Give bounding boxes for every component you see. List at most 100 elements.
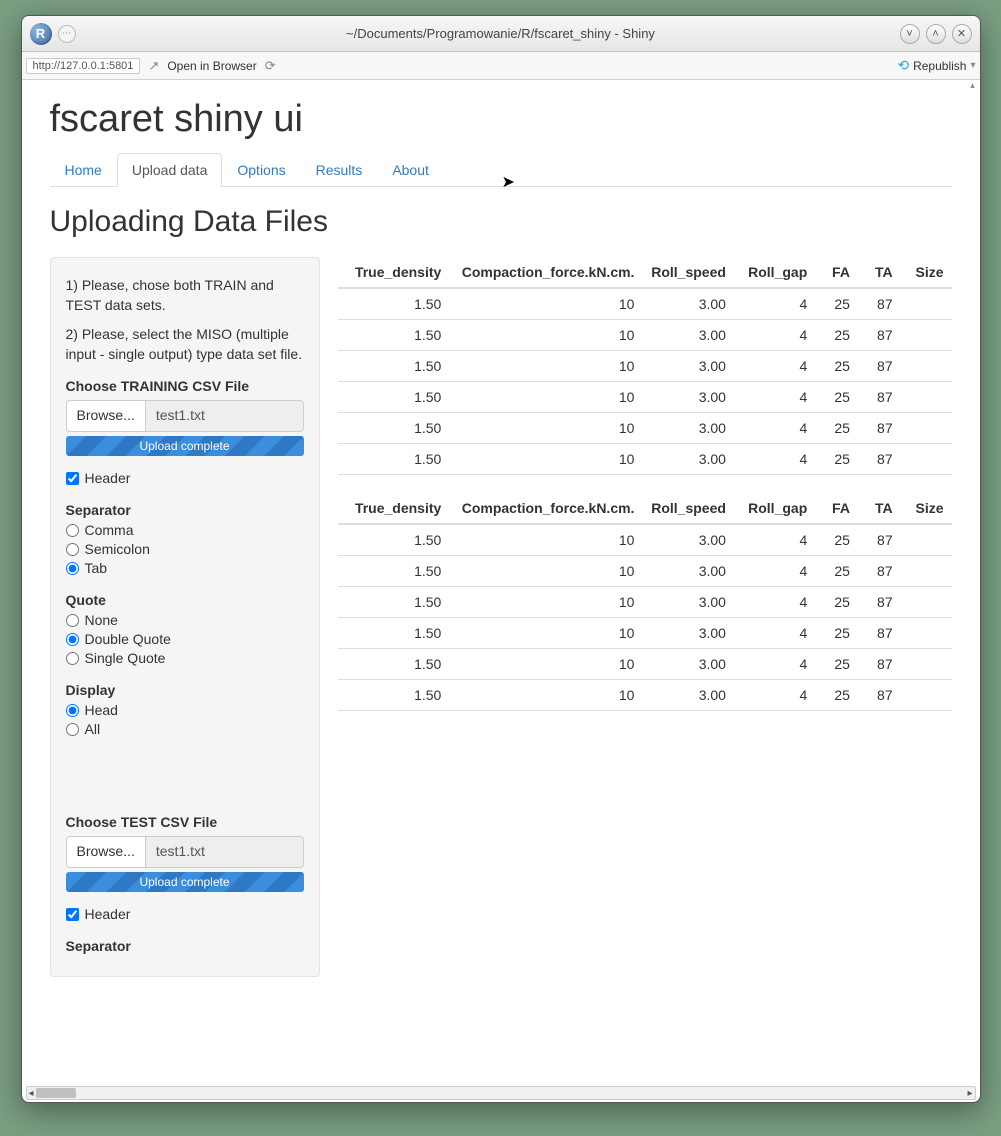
minimize-button[interactable]: ˅ [900,24,920,44]
train-data-table: True_densityCompaction_force.kN.cm.Roll_… [338,257,952,475]
train-file-input[interactable]: Browse... test1.txt [66,400,304,432]
train-browse-button[interactable]: Browse... [67,401,146,431]
table-cell: 1.50 [338,351,450,382]
table-cell [901,320,952,351]
train-file-label: Choose TRAINING CSV File [66,378,304,394]
maximize-button[interactable]: ˄ [926,24,946,44]
table-row: 1.50103.0042587 [338,444,952,475]
table-row: 1.50103.0042587 [338,351,952,382]
url-field[interactable]: http://127.0.0.1:5801 [26,58,141,74]
table-cell: 3.00 [642,444,733,475]
table-cell [901,556,952,587]
table-cell [901,524,952,556]
quote-option-label: Double Quote [85,631,171,647]
tab-options[interactable]: Options [222,153,300,187]
table-cell [901,649,952,680]
column-header: Roll_gap [734,257,815,288]
column-header: TA [858,493,901,524]
table-cell: 4 [734,524,815,556]
nav-tabs: HomeUpload dataOptionsResultsAbout [50,153,952,187]
test-header-label: Header [85,906,131,922]
main-panel: True_densityCompaction_force.kN.cm.Roll_… [338,257,952,729]
table-cell: 3.00 [642,524,733,556]
table-cell: 1.50 [338,320,450,351]
display-radio-head[interactable] [66,704,79,717]
table-cell: 87 [858,382,901,413]
table-cell: 3.00 [642,320,733,351]
separator-radio-comma[interactable] [66,524,79,537]
table-cell: 10 [449,351,642,382]
table-cell: 10 [449,618,642,649]
table-cell: 4 [734,288,815,320]
quote-radio-single-quote[interactable] [66,652,79,665]
table-cell: 25 [815,680,858,711]
table-cell: 87 [858,587,901,618]
separator-option-label: Semicolon [85,541,150,557]
table-cell [901,680,952,711]
table-cell: 25 [815,649,858,680]
horizontal-scrollbar[interactable]: ◂ ▸ [26,1086,976,1100]
test-browse-button[interactable]: Browse... [67,837,146,867]
display-option-label: Head [85,702,118,718]
column-header: FA [815,493,858,524]
table-cell: 1.50 [338,556,450,587]
quote-radio-double-quote[interactable] [66,633,79,646]
tab-results[interactable]: Results [301,153,378,187]
table-cell: 10 [449,320,642,351]
table-cell [901,587,952,618]
quote-radio-none[interactable] [66,614,79,627]
popout-icon[interactable]: ↗ [148,58,159,74]
table-cell [901,382,952,413]
table-cell [901,444,952,475]
table-cell: 1.50 [338,288,450,320]
close-button[interactable]: ✕ [952,24,972,44]
table-cell [901,288,952,320]
table-cell: 25 [815,382,858,413]
column-header: TA [858,257,901,288]
table-cell: 3.00 [642,288,733,320]
table-cell: 1.50 [338,649,450,680]
table-row: 1.50103.0042587 [338,288,952,320]
table-cell: 25 [815,351,858,382]
table-cell: 10 [449,649,642,680]
republish-label: Republish [913,59,966,73]
test-file-input[interactable]: Browse... test1.txt [66,836,304,868]
toolbar: http://127.0.0.1:5801 ↗ Open in Browser … [22,52,980,80]
vertical-scrollbar[interactable]: ▴ [968,80,978,1086]
separator-radio-tab[interactable] [66,562,79,575]
display-radio-all[interactable] [66,723,79,736]
app-window: R ⋯ ~/Documents/Programowanie/R/fscaret_… [21,15,981,1103]
column-header: Roll_speed [642,257,733,288]
column-header: True_density [338,257,450,288]
table-row: 1.50103.0042587 [338,524,952,556]
table-row: 1.50103.0042587 [338,587,952,618]
column-header: Roll_gap [734,493,815,524]
table-cell: 25 [815,618,858,649]
table-row: 1.50103.0042587 [338,413,952,444]
table-row: 1.50103.0042587 [338,618,952,649]
refresh-icon[interactable]: ⟳ [265,58,276,74]
column-header: Size [901,493,952,524]
open-in-browser-button[interactable]: Open in Browser [167,59,256,73]
column-header: Roll_speed [642,493,733,524]
republish-button[interactable]: ⟲ Republish ▾ [897,57,975,74]
tab-upload-data[interactable]: Upload data [117,153,223,187]
display-label: Display [66,682,304,698]
tab-about[interactable]: About [377,153,444,187]
table-cell: 87 [858,618,901,649]
table-cell: 4 [734,587,815,618]
train-header-checkbox[interactable] [66,472,79,485]
table-cell: 4 [734,618,815,649]
table-cell: 4 [734,382,815,413]
app-menu-icon[interactable]: ⋯ [58,25,76,43]
column-header: True_density [338,493,450,524]
table-cell: 25 [815,320,858,351]
test-header-checkbox[interactable] [66,908,79,921]
table-row: 1.50103.0042587 [338,649,952,680]
table-cell: 87 [858,524,901,556]
column-header: Size [901,257,952,288]
table-cell: 87 [858,649,901,680]
separator-radio-semicolon[interactable] [66,543,79,556]
table-cell: 10 [449,288,642,320]
tab-home[interactable]: Home [50,153,117,187]
